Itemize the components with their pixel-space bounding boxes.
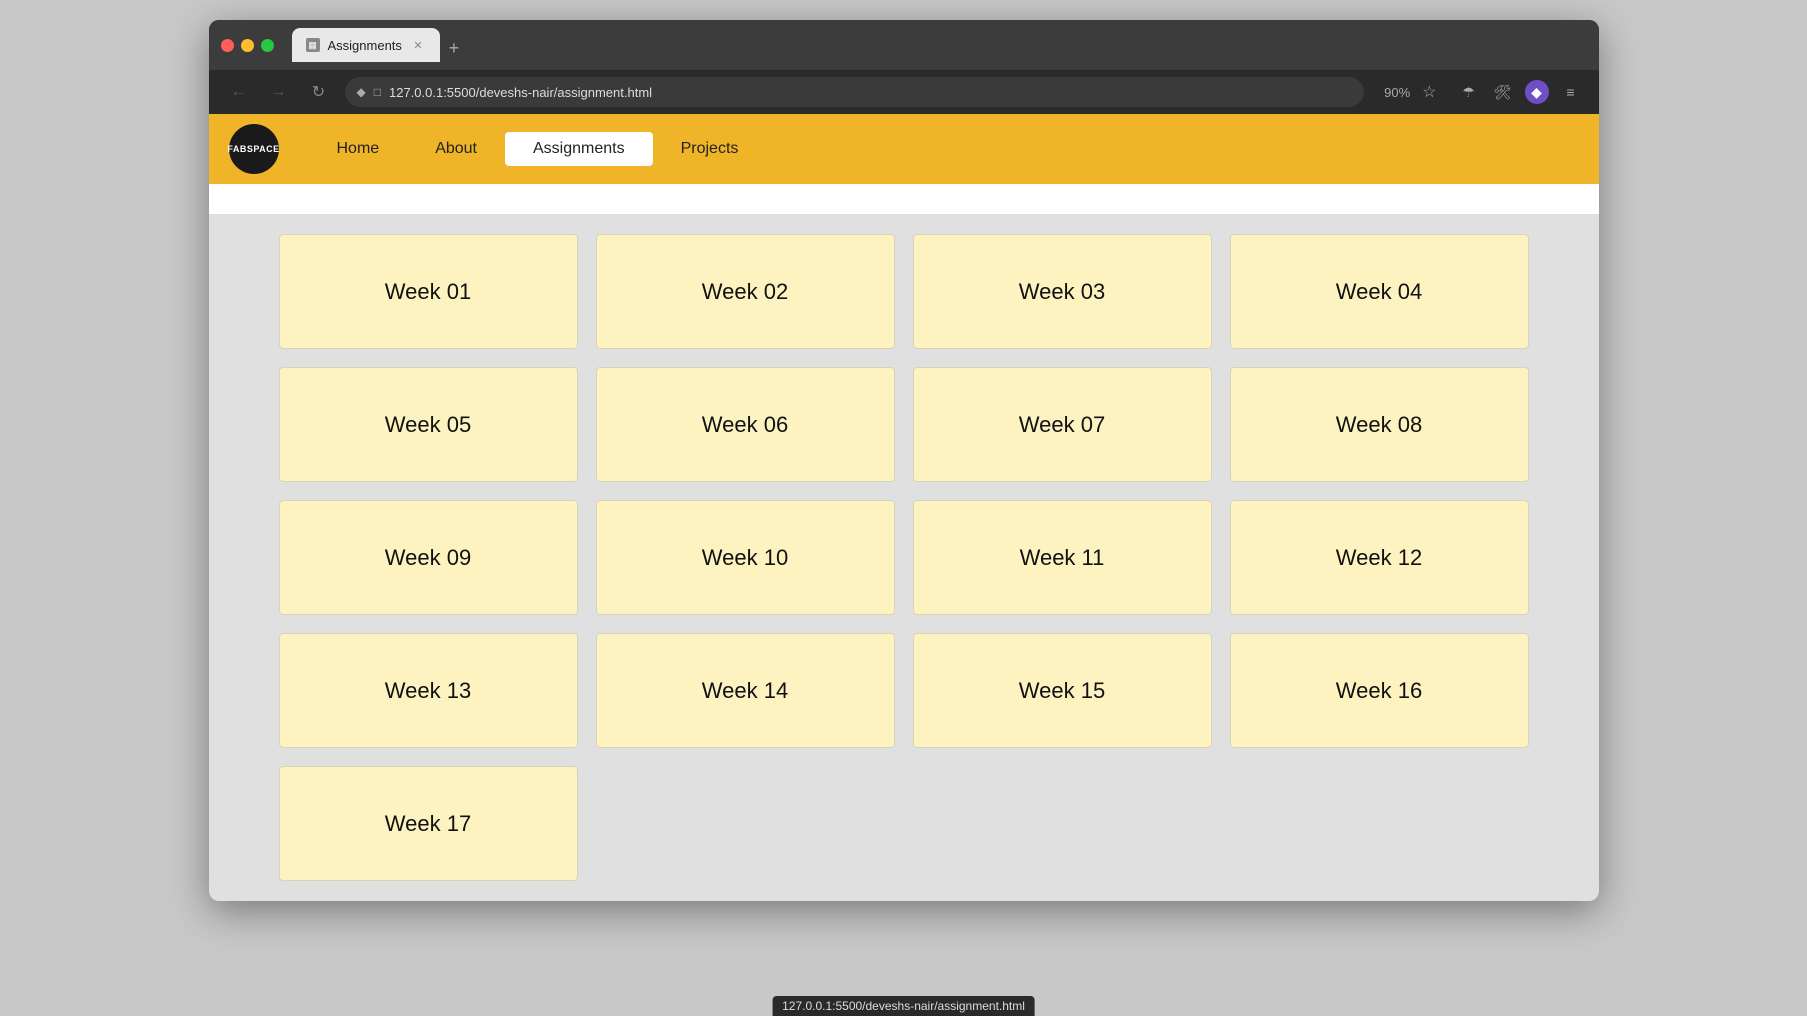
new-tab-button[interactable]: +	[440, 34, 468, 62]
page-content: FABSPACE Home About Assignments Projects…	[209, 114, 1599, 901]
week-card-label: Week 03	[1019, 279, 1105, 305]
toolbar-icons: ☂ 🛠 ◆ ≡	[1457, 80, 1583, 104]
extensions-icon[interactable]: 🛠	[1491, 80, 1515, 104]
week-card-label: Week 09	[385, 545, 471, 571]
back-button[interactable]: ←	[225, 78, 253, 106]
week-card-label: Week 05	[385, 412, 471, 438]
week-card[interactable]: Week 05	[279, 367, 578, 482]
week-card[interactable]: Week 02	[596, 234, 895, 349]
week-card-label: Week 01	[385, 279, 471, 305]
active-tab[interactable]: ▦ Assignments ✕	[292, 28, 440, 62]
week-card[interactable]: Week 10	[596, 500, 895, 615]
week-card[interactable]: Week 03	[913, 234, 1212, 349]
week-card-label: Week 17	[385, 811, 471, 837]
traffic-lights	[221, 39, 274, 52]
week-card-label: Week 15	[1019, 678, 1105, 704]
nav-links: Home About Assignments Projects	[309, 132, 767, 166]
grid-area: Week 01 Week 02 Week 03 Week 04 Week 05 Week …	[209, 214, 1599, 901]
nav-projects[interactable]: Projects	[653, 132, 767, 166]
week-card[interactable]: Week 14	[596, 633, 895, 748]
status-url: 127.0.0.1:5500/deveshs-nair/assignment.h…	[782, 999, 1025, 1013]
week-card[interactable]: Week 15	[913, 633, 1212, 748]
week-card[interactable]: Week 06	[596, 367, 895, 482]
close-button[interactable]	[221, 39, 234, 52]
minimize-button[interactable]	[241, 39, 254, 52]
status-bar: 127.0.0.1:5500/deveshs-nair/assignment.h…	[772, 996, 1035, 1016]
url-text: 127.0.0.1:5500/deveshs-nair/assignment.h…	[389, 85, 1352, 100]
site-nav: FABSPACE Home About Assignments Projects	[209, 114, 1599, 184]
week-grid: Week 01 Week 02 Week 03 Week 04 Week 05 Week …	[279, 234, 1529, 881]
bookmark-button[interactable]: ☆	[1422, 82, 1436, 102]
week-card-label: Week 12	[1336, 545, 1422, 571]
week-card[interactable]: Week 17	[279, 766, 578, 881]
week-card[interactable]: Week 11	[913, 500, 1212, 615]
week-card-label: Week 14	[702, 678, 788, 704]
tab-close-button[interactable]: ✕	[410, 37, 426, 53]
profile-icon[interactable]: ◆	[1525, 80, 1549, 104]
maximize-button[interactable]	[261, 39, 274, 52]
week-card[interactable]: Week 16	[1230, 633, 1529, 748]
zoom-level: 90%	[1384, 85, 1410, 100]
tab-area: ▦ Assignments ✕ +	[292, 28, 1587, 62]
url-bar[interactable]: ◆ □ 127.0.0.1:5500/deveshs-nair/assignme…	[345, 77, 1365, 107]
week-card[interactable]: Week 12	[1230, 500, 1529, 615]
week-card-label: Week 02	[702, 279, 788, 305]
page-icon: □	[374, 85, 381, 99]
week-card[interactable]: Week 08	[1230, 367, 1529, 482]
week-card-label: Week 11	[1020, 545, 1105, 571]
security-icon: ◆	[357, 85, 366, 99]
title-bar: ▦ Assignments ✕ +	[209, 20, 1599, 70]
forward-button[interactable]: →	[265, 78, 293, 106]
week-card-label: Week 13	[385, 678, 471, 704]
address-bar: ← → ↻ ◆ □ 127.0.0.1:5500/deveshs-nair/as…	[209, 70, 1599, 114]
week-card[interactable]: Week 07	[913, 367, 1212, 482]
nav-about[interactable]: About	[407, 132, 505, 166]
week-card-label: Week 06	[702, 412, 788, 438]
white-separator	[209, 184, 1599, 214]
nav-home[interactable]: Home	[309, 132, 408, 166]
shield-icon[interactable]: ☂	[1457, 80, 1481, 104]
site-logo: FABSPACE	[229, 124, 279, 174]
week-card-label: Week 10	[702, 545, 788, 571]
week-card[interactable]: Week 13	[279, 633, 578, 748]
week-card-label: Week 16	[1336, 678, 1422, 704]
week-card[interactable]: Week 04	[1230, 234, 1529, 349]
week-card-label: Week 07	[1019, 412, 1105, 438]
nav-assignments[interactable]: Assignments	[505, 132, 653, 166]
menu-icon[interactable]: ≡	[1559, 80, 1583, 104]
week-card[interactable]: Week 01	[279, 234, 578, 349]
tab-favicon: ▦	[306, 38, 320, 52]
week-card-label: Week 08	[1336, 412, 1422, 438]
week-card-label: Week 04	[1336, 279, 1422, 305]
tab-label: Assignments	[328, 38, 402, 53]
browser-window: ▦ Assignments ✕ + ← → ↻ ◆ □ 127.0.0.1:55…	[209, 20, 1599, 901]
reload-button[interactable]: ↻	[305, 78, 333, 106]
week-card[interactable]: Week 09	[279, 500, 578, 615]
